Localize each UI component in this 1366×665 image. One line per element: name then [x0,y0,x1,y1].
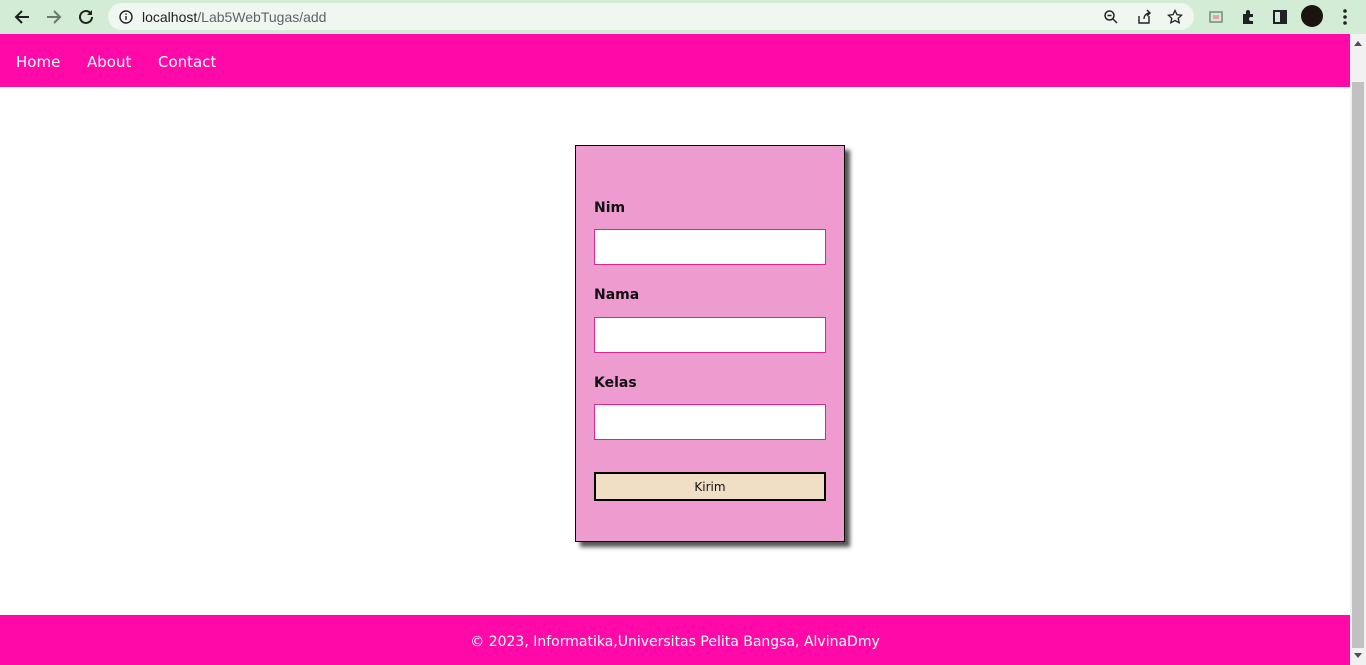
bookmark-star-icon[interactable] [1165,7,1185,27]
nav-home-link[interactable]: Home [16,53,60,71]
cast-icon[interactable] [1204,5,1228,29]
nim-input[interactable] [594,229,826,265]
back-icon[interactable] [10,5,34,29]
menu-icon[interactable] [1333,5,1357,29]
browser-toolbar: localhost/Lab5WebTugas/add [0,0,1366,34]
nama-label: Nama [594,287,640,303]
kelas-label: Kelas [594,375,637,391]
side-panel-icon[interactable] [1268,5,1292,29]
top-nav: Home About Contact [0,34,1350,87]
reload-icon[interactable] [74,5,98,29]
info-icon[interactable] [116,7,136,27]
nav-contact-link[interactable]: Contact [158,53,216,71]
nav-about-link[interactable]: About [87,53,131,71]
extensions-icon[interactable] [1236,5,1260,29]
vertical-scrollbar[interactable] [1350,34,1366,665]
student-form: Nim Nama Kelas Kirim [575,145,845,542]
forward-icon[interactable] [42,5,66,29]
share-icon[interactable] [1134,7,1154,27]
scroll-down-arrow-icon[interactable] [1354,653,1362,658]
kelas-input[interactable] [594,404,826,440]
nama-input[interactable] [594,317,826,353]
zoom-icon[interactable] [1101,7,1121,27]
profile-avatar[interactable] [1301,5,1323,27]
scroll-thumb[interactable] [1352,82,1364,648]
nim-label: Nim [594,200,626,216]
address-bar[interactable]: localhost/Lab5WebTugas/add [108,3,1194,30]
page-footer: © 2023, Informatika,Universitas Pelita B… [0,615,1350,665]
submit-button[interactable]: Kirim [594,472,826,501]
scroll-up-arrow-icon[interactable] [1354,41,1362,46]
url-text: localhost/Lab5WebTugas/add [142,9,327,25]
footer-text: © 2023, Informatika,Universitas Pelita B… [470,634,880,650]
page-viewport: Home About Contact Nim Nama Kelas Kirim … [0,34,1350,665]
